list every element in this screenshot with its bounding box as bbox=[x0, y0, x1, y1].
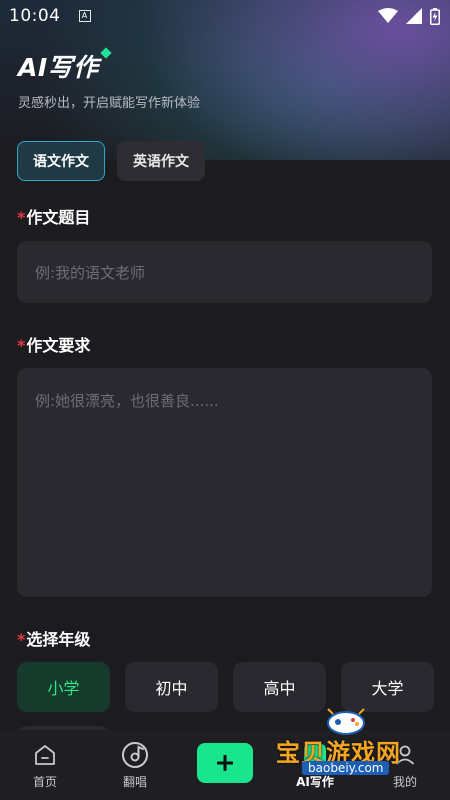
essay-type-tabs: 语文作文 英语作文 bbox=[17, 141, 205, 181]
required-mark: * bbox=[17, 630, 26, 649]
home-icon bbox=[31, 741, 59, 769]
nav-item-create[interactable] bbox=[180, 730, 270, 800]
grade-option-senior[interactable]: 高中 bbox=[233, 662, 326, 712]
grade-options: 小学 初中 高中 大学 bbox=[17, 662, 434, 712]
requirement-label: *作文要求 bbox=[17, 332, 90, 356]
essay-title-input[interactable]: 例:我的语文老师 bbox=[17, 241, 432, 303]
nav-label-profile: 我的 bbox=[392, 774, 417, 789]
essay-requirement-textarea[interactable]: 例:她很漂亮，也很善良...... bbox=[17, 368, 432, 597]
grade-option-junior[interactable]: 初中 bbox=[125, 662, 218, 712]
nav-item-ai-write[interactable]: AI写作 bbox=[270, 730, 360, 800]
grade-label-text: 选择年级 bbox=[26, 630, 91, 649]
nav-label-home: 首页 bbox=[32, 774, 57, 789]
music-disc-icon bbox=[121, 741, 149, 769]
battery-icon bbox=[430, 7, 440, 25]
status-time: 10:04 bbox=[9, 6, 61, 26]
title-label: *作文题目 bbox=[17, 204, 90, 228]
grade-option-primary[interactable]: 小学 bbox=[17, 662, 110, 712]
required-mark: * bbox=[17, 336, 26, 355]
requirement-label-text: 作文要求 bbox=[26, 336, 91, 355]
tab-chinese-essay[interactable]: 语文作文 bbox=[17, 141, 105, 181]
cell-signal-icon bbox=[406, 8, 422, 24]
plus-icon bbox=[197, 743, 253, 783]
bottom-nav: 首页 翻唱 AI写作 我的 bbox=[0, 730, 450, 800]
nav-item-profile[interactable]: 我的 bbox=[360, 730, 450, 800]
essay-requirement-placeholder: 例:她很漂亮，也很善良...... bbox=[35, 392, 219, 410]
tab-english-essay[interactable]: 英语作文 bbox=[117, 141, 205, 181]
sparkle-icon bbox=[99, 47, 112, 59]
app-brand: AI写作 bbox=[18, 47, 112, 84]
profile-icon bbox=[391, 741, 419, 769]
grade-label: *选择年级 bbox=[17, 626, 90, 650]
grade-option-university[interactable]: 大学 bbox=[341, 662, 434, 712]
notification-icon: A bbox=[78, 10, 91, 22]
status-icons bbox=[378, 7, 440, 25]
wifi-icon bbox=[378, 8, 398, 23]
nav-label-ai-write: AI写作 bbox=[296, 774, 334, 789]
nav-item-home[interactable]: 首页 bbox=[0, 730, 90, 800]
page-subtitle: 灵感秒出，开启赋能写作新体验 bbox=[18, 96, 201, 111]
essay-title-placeholder: 例:我的语文老师 bbox=[35, 263, 146, 282]
required-mark: * bbox=[17, 208, 26, 227]
page-title: AI写作 bbox=[18, 53, 99, 82]
ai-write-icon bbox=[301, 741, 329, 769]
status-bar: 10:04 A bbox=[0, 0, 450, 32]
nav-label-cover: 翻唱 bbox=[122, 774, 147, 789]
title-label-text: 作文题目 bbox=[26, 208, 91, 227]
nav-item-cover[interactable]: 翻唱 bbox=[90, 730, 180, 800]
